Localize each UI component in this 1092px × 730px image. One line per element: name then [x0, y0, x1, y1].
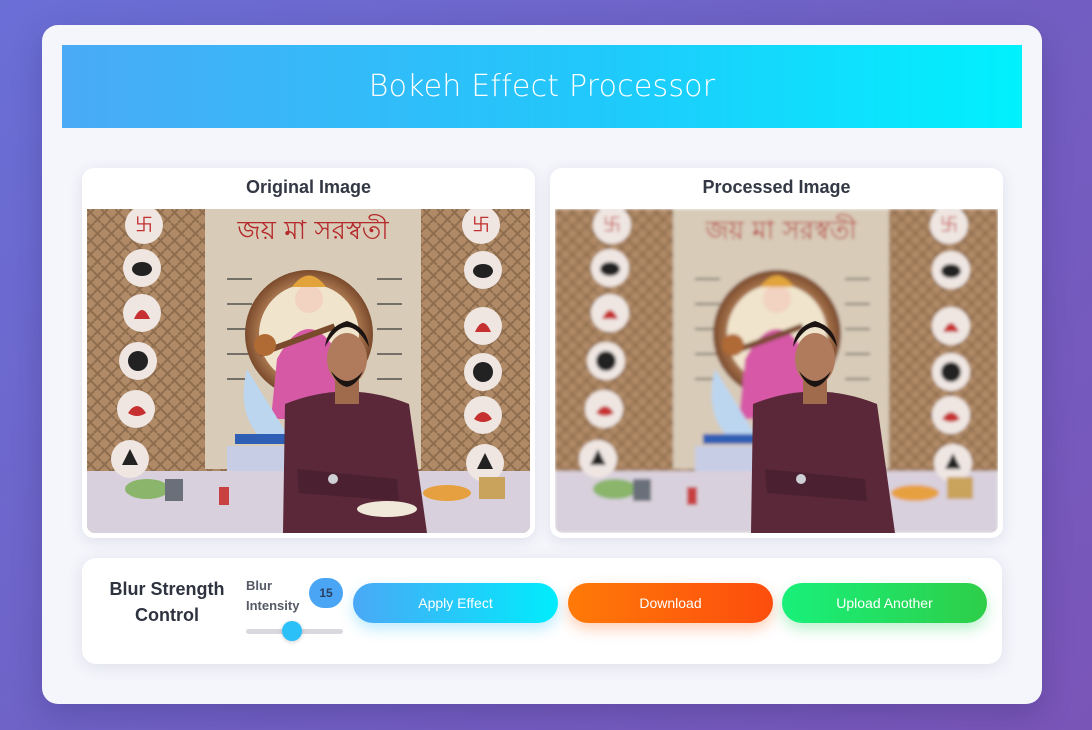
blur-value-badge: 15 [309, 578, 343, 608]
controls-panel: Blur Strength Control Blur Intensity 15 … [82, 558, 1002, 664]
app-card: Bokeh Effect Processor Original Image জয… [42, 25, 1042, 704]
original-image: জয় মা সরস্বতী 卐 卐 [87, 209, 530, 533]
svg-text:卐: 卐 [472, 215, 490, 236]
original-image-panel: Original Image জয় মা সরস্বতী 卐 卐 [82, 168, 535, 538]
upload-another-button[interactable]: Upload Another [782, 583, 987, 623]
download-button[interactable]: Download [568, 583, 773, 623]
slider-thumb[interactable] [282, 621, 303, 641]
original-photo: জয় মা সরস্বতী 卐 卐 [87, 209, 530, 533]
controls-title: Blur Strength Control [109, 579, 225, 625]
processed-image: জয় মা সরস্বতী 卐 卐 [555, 209, 998, 533]
processed-image-title: Processed Image [702, 177, 851, 197]
original-image-title: Original Image [245, 177, 372, 197]
apply-effect-button[interactable]: Apply Effect [353, 583, 558, 623]
svg-text:卐: 卐 [940, 215, 958, 236]
blur-intensity-label: Blur Intensity [246, 578, 300, 613]
processed-photo: জয় মা সরস্বতী 卐 卐 [555, 209, 998, 533]
header-banner: Bokeh Effect Processor [62, 45, 1022, 128]
processed-image-panel: Processed Image জয় মা সরস্বতী 卐 卐 [550, 168, 1003, 538]
svg-text:卐: 卐 [603, 215, 621, 236]
svg-text:জয় মা সরস্বতী: জয় মা সরস্বতী [704, 214, 857, 246]
page-title: Bokeh Effect Processor [368, 69, 716, 104]
photo-banner-text: জয় মা সরস্বতী [236, 214, 389, 246]
blur-slider[interactable] [246, 621, 343, 641]
svg-text:卐: 卐 [135, 215, 153, 236]
